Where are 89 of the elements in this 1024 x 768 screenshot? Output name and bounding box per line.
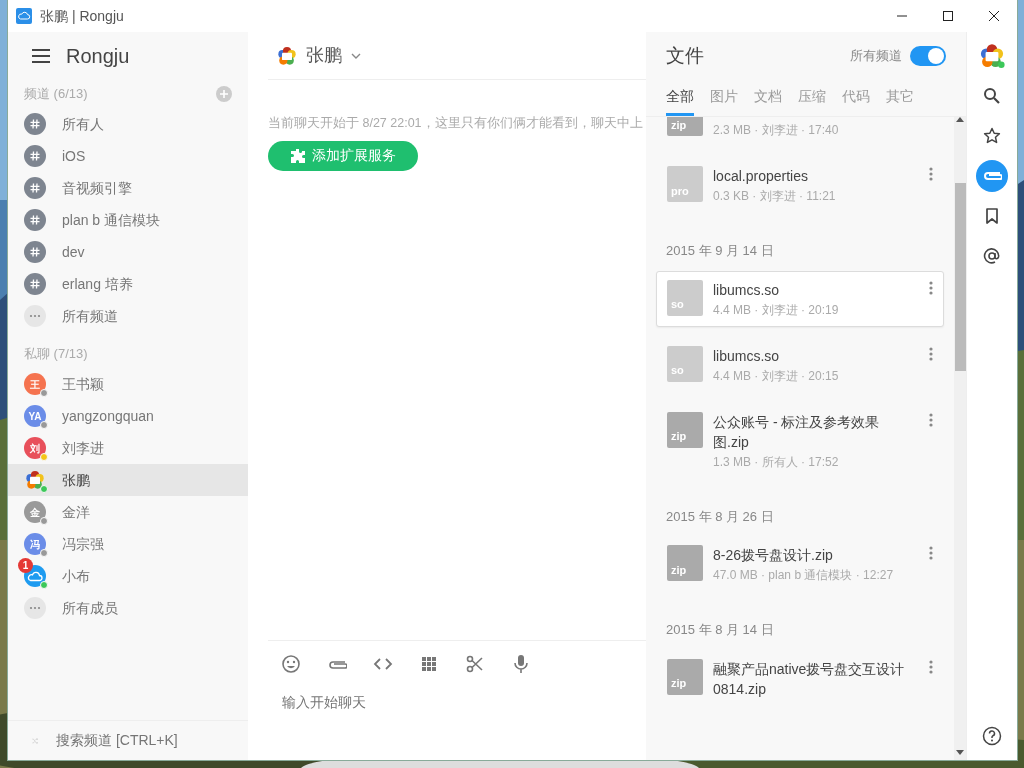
cloud-icon [27, 570, 43, 582]
chevron-down-icon[interactable] [350, 51, 362, 60]
file-type-icon: zip [667, 411, 703, 448]
tab[interactable]: 图片 [710, 86, 738, 116]
sidebar-item[interactable]: YA yangzongquan [8, 400, 248, 432]
file-meta: 47.0 MB · plan b 通信模块 · 12:27 [713, 567, 895, 583]
hash-icon [24, 209, 46, 231]
menu-icon[interactable] [32, 49, 50, 63]
section-header: 频道 (6/13) [24, 85, 88, 104]
tab[interactable]: 压缩 [798, 86, 826, 116]
more-options-icon[interactable] [929, 166, 933, 182]
file-item[interactable]: zip 8-26拨号盘设计.zip 47.0 MB · plan b 通信模块 · 12:27 [656, 536, 944, 592]
date-header: 2015 年 9 月 14 日 [665, 242, 775, 260]
date-header: 2015 年 8 月 14 日 [665, 621, 775, 639]
sidebar-item[interactable]: dev [8, 236, 248, 268]
file-name: libumcs.so [713, 346, 781, 366]
file-item[interactable]: zip 公众账号 - 标注及参考效果图.zip 1.3 MB · 所有人 · 17:52 [656, 402, 944, 479]
more-options-icon[interactable] [929, 279, 933, 296]
sidebar-item[interactable]: 刘 刘李进 [8, 432, 248, 464]
file-name: 融聚产品native拨号盘交互设计0814.zip [713, 659, 906, 699]
paperclip-icon[interactable] [976, 160, 1008, 192]
avatar-initials: 金 [30, 505, 40, 520]
avatar-initials: 刘 [30, 441, 40, 456]
app-icon [16, 8, 32, 24]
file-meta: 2.3 MB · 刘李进 · 17:40 [713, 122, 840, 138]
chat-title: 张鹏 [306, 44, 342, 67]
file-meta: 1.3 MB · 所有人 · 17:52 [713, 453, 840, 470]
sidebar-item[interactable]: 所有频道 [8, 300, 248, 332]
more-icon [24, 305, 46, 327]
close-icon[interactable] [987, 10, 1001, 22]
maximize-icon[interactable] [941, 10, 955, 22]
date-header: 2015 年 8 月 26 日 [665, 507, 775, 526]
file-name: libumcs.so [713, 280, 781, 300]
file-meta: 4.4 MB · 刘李进 · 20:15 [713, 367, 840, 384]
emoji-icon[interactable] [280, 653, 302, 675]
sidebar-item[interactable]: erlang 培养 [8, 268, 248, 300]
sidebar-item[interactable]: 1 小布 [8, 560, 248, 592]
file-type-icon: zip [667, 117, 703, 136]
toggle-switch[interactable] [910, 46, 946, 66]
avatar-initials: 冯 [30, 537, 40, 552]
sidebar-item[interactable]: 音视频引擎 [8, 172, 248, 204]
file-name: 8-26拨号盘设计.zip [713, 546, 834, 565]
hash-icon [24, 145, 46, 167]
hash-icon [24, 241, 46, 263]
logo-icon [24, 470, 46, 490]
file-name: 公众账号 - 标注及参考效果图.zip [713, 412, 881, 452]
more-options-icon[interactable] [929, 345, 933, 362]
unread-badge: 1 [18, 558, 33, 573]
scroll-down-icon[interactable] [956, 750, 964, 756]
sidebar-item[interactable]: 王 王书颖 [8, 368, 248, 400]
sidebar-item[interactable]: plan b 通信模块 [8, 204, 248, 236]
tab[interactable]: 其它 [886, 86, 914, 116]
hash-icon [24, 273, 46, 295]
more-options-icon[interactable] [929, 545, 933, 561]
file-type-icon: zip [667, 658, 703, 695]
file-meta: 4.4 MB · 刘李进 · 20:19 [713, 301, 840, 318]
more-options-icon[interactable] [929, 411, 933, 428]
file-type-icon: zip [667, 545, 703, 581]
scrollbar-thumb[interactable] [954, 183, 966, 371]
tab[interactable]: 文档 [754, 86, 782, 116]
message-input[interactable]: 输入开始聊天 [280, 691, 620, 714]
sidebar-item[interactable]: iOS [8, 140, 248, 172]
file-name: local.properties [713, 167, 809, 186]
sidebar-item[interactable]: 金 金洋 [8, 496, 248, 528]
chat-avatar-icon [276, 45, 298, 66]
window-title: 张鹏 | Rongju [40, 6, 124, 26]
sidebar-item[interactable]: 张鹏 [8, 464, 248, 496]
file-meta: 0.3 KB · 刘李进 · 11:21 [713, 188, 837, 204]
section-header: 私聊 (7/13) [24, 345, 88, 364]
chat-notice: 当前聊天开始于 8/27 22:01，这里只有你们俩才能看到，聊天中上 [268, 115, 644, 132]
puzzle-icon [290, 147, 306, 164]
more-icon [24, 597, 46, 619]
add-service-button[interactable]: 添加扩展服务 [268, 140, 418, 171]
scroll-up-icon[interactable] [956, 117, 964, 123]
hash-icon [24, 113, 46, 135]
sidebar-item[interactable]: 冯 冯宗强 [8, 528, 248, 560]
avatar-initials: YA [28, 409, 42, 424]
more-options-icon[interactable] [929, 658, 933, 675]
sidebar-item[interactable]: 所有人 [8, 108, 248, 140]
search-field[interactable]: 搜索频道 [CTRL+K] [54, 729, 224, 752]
avatar-initials: 王 [30, 377, 40, 392]
tab[interactable]: 代码 [842, 86, 870, 116]
file-item[interactable]: zip 2.3 MB · 刘李进 · 17:40 [656, 117, 944, 147]
toggle-label: 所有频道 [850, 47, 902, 66]
app-title: Rongju [66, 44, 130, 69]
sidebar-item[interactable]: 所有成员 [8, 592, 248, 624]
hash-icon [24, 177, 46, 199]
panel-title: 文件 [666, 43, 704, 68]
file-item[interactable]: zip 融聚产品native拨号盘交互设计0814.zip [656, 649, 944, 708]
